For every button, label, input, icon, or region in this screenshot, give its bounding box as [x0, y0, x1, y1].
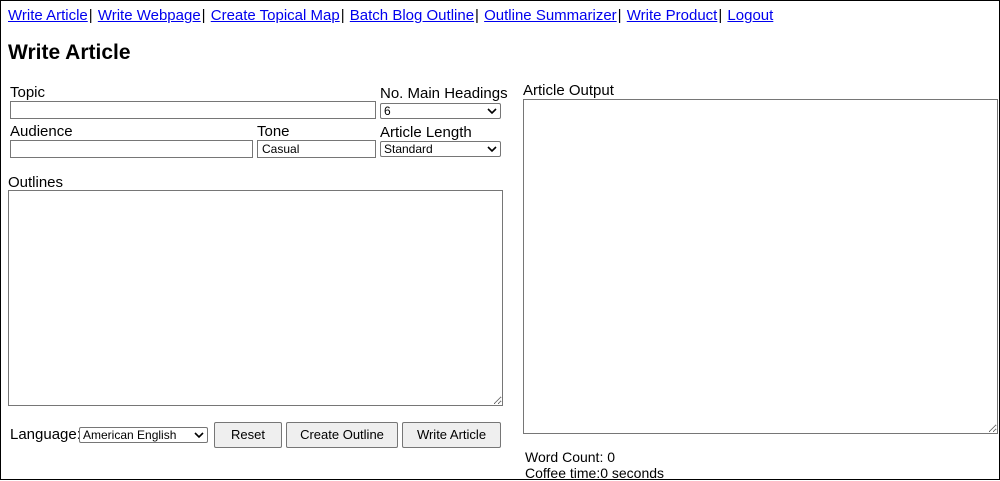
outlines-textarea[interactable]	[8, 190, 503, 406]
topic-input[interactable]	[10, 101, 376, 119]
create-outline-button[interactable]: Create Outline	[286, 422, 398, 448]
nav-separator: |	[617, 7, 622, 24]
chevron-down-icon	[487, 146, 497, 153]
reset-button[interactable]: Reset	[214, 422, 282, 448]
nav-separator: |	[201, 7, 206, 24]
article-length-select[interactable]: Standard	[380, 141, 501, 157]
main-headings-select[interactable]: 6	[380, 103, 501, 119]
audience-input[interactable]	[10, 140, 253, 158]
nav-separator: |	[475, 7, 479, 24]
article-output-label: Article Output	[523, 82, 614, 99]
nav-separator: |	[340, 7, 345, 24]
article-length-selected-value: Standard	[384, 142, 433, 156]
language-select[interactable]: American English	[79, 427, 208, 443]
chevron-down-icon	[194, 432, 204, 439]
nav-link-write-article[interactable]: Write Article	[8, 7, 88, 24]
page-title: Write Article	[8, 41, 131, 64]
article-output-textarea[interactable]	[523, 99, 998, 434]
nav-link-write-product[interactable]: Write Product	[627, 7, 718, 24]
main-headings-selected-value: 6	[384, 104, 391, 118]
tone-label: Tone	[257, 123, 290, 140]
chevron-down-icon	[487, 108, 497, 115]
language-label: Language:	[10, 426, 81, 443]
nav-link-create-topical-map[interactable]: Create Topical Map	[211, 7, 340, 24]
nav-separator: |	[718, 7, 723, 24]
nav-link-outline-summarizer[interactable]: Outline Summarizer	[484, 7, 617, 24]
tone-input[interactable]	[257, 140, 376, 158]
coffee-time: Coffee time:0 seconds	[525, 465, 665, 481]
language-selected-value: American English	[83, 428, 177, 442]
main-headings-label: No. Main Headings	[380, 85, 508, 102]
article-length-label: Article Length	[380, 124, 472, 141]
nav-separator: |	[88, 7, 93, 24]
write-article-button[interactable]: Write Article	[402, 422, 501, 448]
top-nav: Write Article| Write Webpage| Create Top…	[8, 7, 773, 24]
outlines-label: Outlines	[8, 174, 64, 191]
topic-label: Topic	[10, 84, 46, 101]
nav-link-logout[interactable]: Logout	[727, 7, 773, 24]
audience-label: Audience	[10, 123, 73, 140]
nav-link-write-webpage[interactable]: Write Webpage	[98, 7, 201, 24]
word-count: Word Count: 0	[525, 449, 616, 465]
nav-link-batch-blog-outline[interactable]: Batch Blog Outline	[350, 7, 474, 24]
